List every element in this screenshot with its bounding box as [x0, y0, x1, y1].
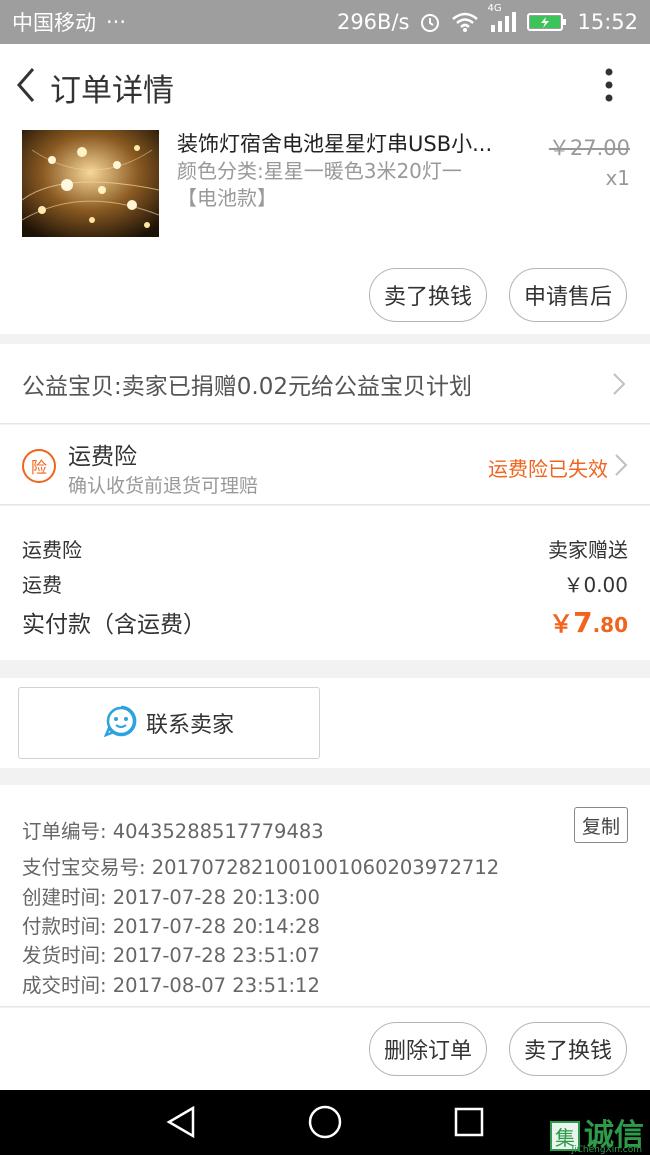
product-card: 装饰灯宿舍电池星星灯串USB小... 颜色分类:星星一暖色3米20灯一【电池款】…	[0, 120, 650, 334]
fee-row-insurance: 运费险 卖家赠送	[22, 534, 628, 563]
triangle-back-icon	[165, 1105, 197, 1143]
wifi-icon	[451, 11, 479, 33]
order-info: 订单编号: 40435288517779483 复制 支付宝交易号: 20170…	[0, 785, 650, 1007]
insurance-title: 运费险	[68, 444, 137, 470]
product-thumbnail[interactable]	[22, 130, 159, 237]
chat-bubble-icon	[103, 704, 138, 742]
fee-value: ￥0.00	[563, 573, 628, 597]
battery-icon	[527, 11, 567, 33]
total-label: 实付款（含运费）	[22, 612, 206, 638]
square-recents-icon	[453, 1106, 485, 1142]
network-speed: 296B/s	[336, 10, 410, 34]
fee-row-shipping: 运费 ￥0.00	[22, 569, 628, 598]
contact-seller-button[interactable]: 联系卖家	[18, 687, 320, 759]
completed-time: 成交时间: 2017-08-07 23:51:12	[22, 974, 320, 997]
carrier-label: 中国移动	[12, 11, 96, 35]
status-bar: 中国移动 ··· 296B/s 4G 15:52	[0, 0, 650, 44]
more-menu-button[interactable]	[594, 57, 624, 117]
shipped-time: 发货时间: 2017-07-28 23:51:07	[22, 944, 320, 967]
circle-home-icon	[307, 1104, 343, 1144]
insurance-status: 运费险已失效	[488, 457, 608, 481]
signal-icon: 4G	[487, 3, 517, 33]
app-header: 订单详情	[0, 44, 650, 130]
total-decimal: .80	[592, 613, 628, 637]
watermark-subtext: JiChengXin.com	[571, 1145, 642, 1155]
insurance-subtitle: 确认收货前退货可理赔	[68, 475, 259, 497]
charity-row[interactable]: 公益宝贝:卖家已捐赠0.02元给公益宝贝计划	[0, 344, 650, 424]
total-integer: 7	[573, 606, 593, 639]
fee-row-total: 实付款（含运费） ￥7.80	[22, 604, 628, 639]
charity-text: 公益宝贝:卖家已捐赠0.02元给公益宝贝计划	[22, 373, 472, 400]
contact-seller-label: 联系卖家	[145, 713, 234, 738]
fee-label: 运费险	[22, 538, 82, 562]
shipping-insurance-row[interactable]: 险 运费险 确认收货前退货可理赔 运费险已失效	[0, 425, 650, 505]
chevron-right-icon	[612, 371, 628, 397]
chevron-left-icon	[15, 67, 37, 107]
alipay-transaction-number: 支付宝交易号: 2017072821001001060203972712	[22, 856, 500, 879]
sell-for-cash-button[interactable]: 卖了换钱	[369, 268, 487, 322]
product-quantity: x1	[605, 166, 630, 190]
nav-back-button[interactable]	[161, 1104, 201, 1144]
fee-value: 卖家赠送	[548, 538, 628, 562]
more-vertical-icon	[605, 68, 613, 106]
apply-after-sale-button[interactable]: 申请售后	[509, 268, 627, 322]
nav-recents-button[interactable]	[449, 1104, 489, 1144]
insurance-badge-icon: 险	[22, 449, 56, 483]
page-title: 订单详情	[50, 72, 174, 109]
delete-order-button[interactable]: 删除订单	[369, 1022, 487, 1076]
alarm-icon	[419, 11, 441, 33]
product-price: ￥27.00	[548, 136, 630, 160]
system-nav-bar: 集 诚信 JiChengXin.com	[0, 1090, 650, 1155]
product-sku: 颜色分类:星星一暖色3米20灯一【电池款】	[177, 159, 462, 210]
total-currency: ￥	[549, 610, 574, 638]
bottom-action-bar: 删除订单 卖了换钱	[0, 1008, 650, 1090]
clock: 15:52	[577, 10, 638, 34]
chevron-right-icon	[614, 453, 628, 481]
total-amount: ￥7.80	[549, 604, 628, 639]
back-button[interactable]	[6, 57, 46, 117]
fee-label: 运费	[22, 573, 62, 597]
sell-for-cash-button[interactable]: 卖了换钱	[509, 1022, 627, 1076]
network-type: 4G	[487, 3, 502, 14]
order-number: 订单编号: 40435288517779483	[22, 820, 324, 843]
created-time: 创建时间: 2017-07-28 20:13:00	[22, 886, 320, 909]
nav-home-button[interactable]	[305, 1104, 345, 1144]
product-title[interactable]: 装饰灯宿舍电池星星灯串USB小...	[177, 128, 507, 158]
paid-time: 付款时间: 2017-07-28 20:14:28	[22, 915, 320, 938]
notification-dots: ···	[106, 10, 127, 34]
contact-section: 联系卖家	[0, 678, 650, 768]
fee-summary: 运费险 卖家赠送 运费 ￥0.00 实付款（含运费） ￥7.80	[0, 506, 650, 660]
copy-button[interactable]: 复制	[574, 807, 628, 843]
